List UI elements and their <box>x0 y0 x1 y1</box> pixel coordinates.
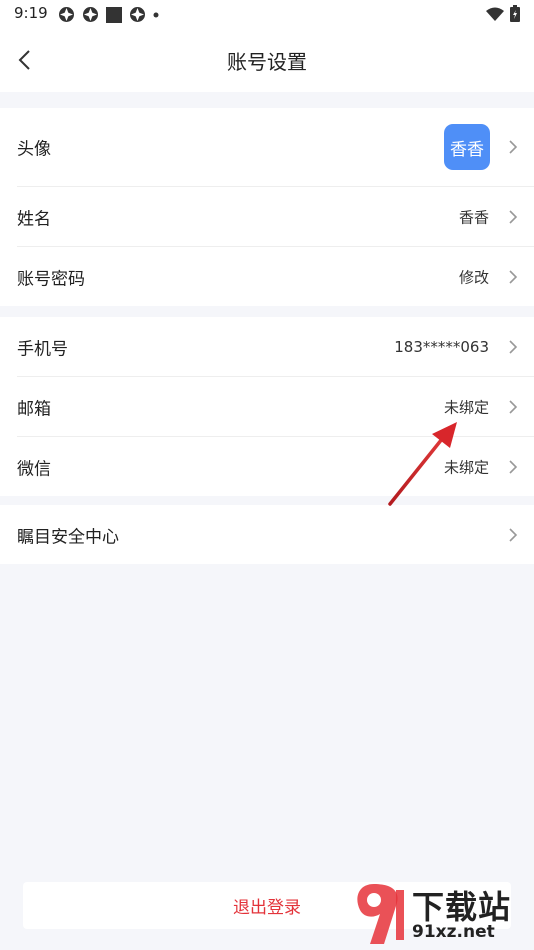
app-notification-icon <box>130 7 145 22</box>
site-watermark-logo: 下载站 91xz.net <box>350 880 530 950</box>
annotation-arrow-icon <box>388 422 457 506</box>
app-notification-icon <box>83 7 98 22</box>
chevron-right-icon <box>509 209 518 224</box>
watermark-url: 91xz.net <box>412 922 495 942</box>
nav-bar: 账号设置 <box>0 28 534 92</box>
profile-group: 头像 香香 姓名 香香 账号密码 修改 <box>0 108 534 306</box>
row-value: 183*****063 <box>394 337 489 356</box>
page-title: 账号设置 <box>227 50 307 74</box>
more-dot-icon <box>153 12 159 17</box>
battery-icon <box>510 5 520 22</box>
app-notification-icon <box>59 7 74 22</box>
watermark-logo-icon <box>357 884 404 944</box>
wifi-icon <box>486 7 504 21</box>
row-value: 未绑定 <box>443 398 489 416</box>
system-icons <box>486 5 520 22</box>
row-label: 瞩目安全中心 <box>17 527 119 547</box>
row-label: 姓名 <box>17 209 51 229</box>
chevron-right-icon <box>509 527 518 542</box>
square-notification-icon <box>106 6 122 23</box>
security-group: 瞩目安全中心 <box>0 505 534 564</box>
row-value: 修改 <box>458 268 489 286</box>
avatar: 香香 <box>444 124 490 170</box>
chevron-right-icon <box>509 459 518 474</box>
chevron-right-icon <box>509 269 518 284</box>
phone-row[interactable]: 手机号 183*****063 <box>17 317 534 377</box>
chevron-right-icon <box>509 339 518 354</box>
name-row[interactable]: 姓名 香香 <box>17 187 534 247</box>
password-row[interactable]: 账号密码 修改 <box>17 247 534 306</box>
row-label: 账号密码 <box>17 269 85 289</box>
row-label: 手机号 <box>17 339 68 359</box>
row-label: 微信 <box>17 459 51 479</box>
status-time: 9:19 <box>14 4 48 22</box>
chevron-right-icon <box>509 140 518 154</box>
avatar-row[interactable]: 头像 香香 <box>17 108 534 187</box>
chevron-right-icon <box>509 399 518 414</box>
status-bar: 9:19 <box>0 0 534 28</box>
row-value: 香香 <box>458 208 489 226</box>
row-label: 邮箱 <box>17 399 51 419</box>
row-label: 头像 <box>17 139 51 160</box>
notification-icons <box>58 6 159 23</box>
security-center-row[interactable]: 瞩目安全中心 <box>17 505 534 564</box>
